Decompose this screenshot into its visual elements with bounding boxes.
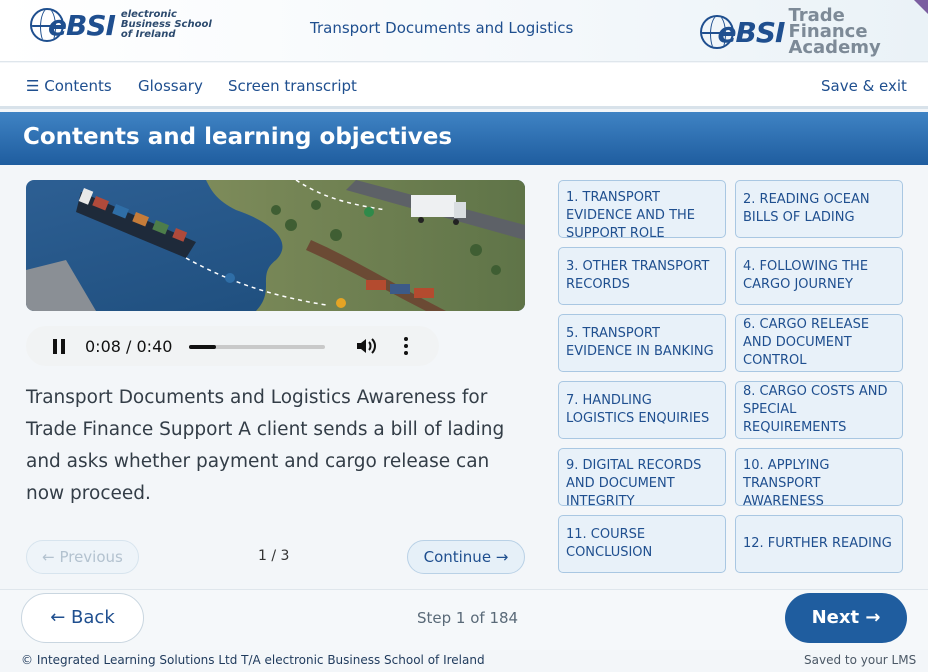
topic-label: 9. DIGITAL RECORDS AND DOCUMENT INTEGRIT… [566,458,702,506]
copyright-text: © Integrated Learning Solutions Ltd T/A … [21,653,485,667]
nav-contents[interactable]: ☰ Contents [26,77,112,95]
pause-icon[interactable] [52,339,66,354]
save-status: Saved to your LMS [804,653,917,667]
topic-card-2[interactable]: 2. READING OCEAN BILLS OF LADING [735,180,903,238]
page-indicator: 1 / 3 [258,548,290,564]
topic-label: 3. OTHER TRANSPORT RECORDS [566,259,710,292]
topic-card-4[interactable]: 4. FOLLOWING THE CARGO JOURNEY [735,247,903,305]
nav-screen-transcript[interactable]: Screen transcript [228,77,357,95]
topic-label: 1. TRANSPORT EVIDENCE AND THE SUPPORT RO… [566,190,696,238]
topic-label: 12. FURTHER READING [743,536,892,551]
topic-label: 7. HANDLING LOGISTICS ENQUIRIES [566,393,710,426]
topic-card-5[interactable]: 5. TRANSPORT EVIDENCE IN BANKING [558,314,726,372]
step-indicator: Step 1 of 184 [417,609,519,627]
topic-card-8[interactable]: 8. CARGO COSTS AND SPECIAL REQUIREMENTS [735,381,903,439]
back-button[interactable]: ← Back [21,593,144,643]
page-title: Contents and learning objectives [23,124,453,150]
audio-progress-slider[interactable] [189,345,325,349]
volume-icon[interactable] [355,336,377,356]
screen-narrative-text: Transport Documents and Logistics Awaren… [26,387,505,504]
logo-subtitle: Trade Finance Academy [788,5,881,58]
topic-card-12[interactable]: 12. FURTHER READING [735,515,903,573]
next-button[interactable]: Next → [785,593,907,643]
logistics-illustration [26,180,525,311]
audio-player: 0:08 / 0:40 [26,326,439,366]
hero-image [26,180,525,311]
audio-progress-fill [189,345,217,349]
section-banner: Contents and learning objectives [0,112,928,165]
ebsi-logo: eBSI electronic Business School of Irela… [30,8,212,42]
topic-label: 2. READING OCEAN BILLS OF LADING [743,192,870,225]
topic-label: 10. APPLYING TRANSPORT AWARENESS [743,458,830,506]
topic-label: 4. FOLLOWING THE CARGO JOURNEY [743,259,869,292]
topic-label: 6. CARGO RELEASE AND DOCUMENT CONTROL [743,317,870,368]
continue-button[interactable]: Continue → [407,540,525,574]
audio-time: 0:08 / 0:40 [85,337,173,356]
more-options-icon[interactable] [401,336,411,356]
topic-card-10[interactable]: 10. APPLYING TRANSPORT AWARENESS [735,448,903,506]
top-nav: ☰ Contents Glossary Screen transcript Sa… [0,63,928,109]
topic-label: 11. COURSE CONCLUSION [566,527,653,560]
topic-label: 8. CARGO COSTS AND SPECIAL REQUIREMENTS [743,384,888,435]
app-header: eBSI electronic Business School of Irela… [0,0,928,62]
save-exit-link[interactable]: Save & exit [821,77,907,95]
topic-card-3[interactable]: 3. OTHER TRANSPORT RECORDS [558,247,726,305]
topic-card-6[interactable]: 6. CARGO RELEASE AND DOCUMENT CONTROL [735,314,903,372]
nav-glossary[interactable]: Glossary [138,77,203,95]
topic-card-7[interactable]: 7. HANDLING LOGISTICS ENQUIRIES [558,381,726,439]
logo-subtitle: electronic Business School of Ireland [120,9,212,40]
topic-card-11[interactable]: 11. COURSE CONCLUSION [558,515,726,573]
trade-finance-academy-logo: eBSI Trade Finance Academy [700,5,928,58]
topic-card-9[interactable]: 9. DIGITAL RECORDS AND DOCUMENT INTEGRIT… [558,448,726,506]
topic-card-1[interactable]: 1. TRANSPORT EVIDENCE AND THE SUPPORT RO… [558,180,726,238]
globe-icon [700,15,734,49]
previous-button[interactable]: ← Previous [26,540,139,574]
topic-label: 5. TRANSPORT EVIDENCE IN BANKING [566,326,714,359]
globe-icon [30,8,64,42]
course-title: Transport Documents and Logistics [310,19,574,37]
